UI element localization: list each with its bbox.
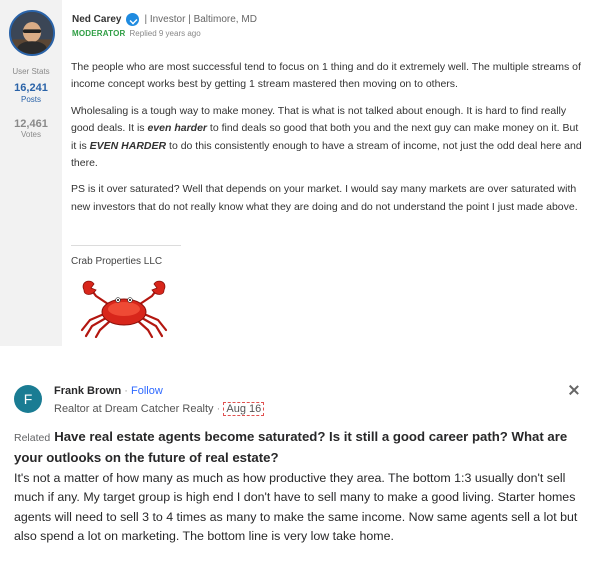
author-name[interactable]: Frank Brown — [54, 385, 121, 397]
emphasis-text: even harder — [147, 122, 207, 135]
post-paragraph: Wholesaling is a tough way to make money… — [71, 103, 586, 173]
forum-post: User Stats 16,241 Posts 12,461 Votes Ned… — [0, 0, 600, 346]
posts-count[interactable]: 16,241 — [0, 82, 62, 94]
follow-link[interactable]: Follow — [131, 385, 163, 397]
avatar[interactable]: F — [14, 385, 42, 413]
author-credential[interactable]: Realtor at Dream Catcher Realty — [54, 403, 214, 415]
signature-divider — [71, 245, 181, 246]
answer-date[interactable]: Aug 16 — [223, 402, 265, 416]
reply-timestamp: Replied 9 years ago — [129, 29, 201, 38]
role-badge: MODERATOR — [72, 29, 126, 38]
post-paragraph: The people who are most successful tend … — [71, 61, 581, 91]
avatar-photo — [11, 12, 53, 54]
votes-count: 12,461 — [14, 118, 48, 130]
user-stats-label: User Stats — [12, 67, 50, 76]
user-sidebar: User Stats 16,241 Posts 12,461 Votes — [0, 0, 62, 346]
related-question: Related Have real estate agents become sa… — [14, 427, 586, 467]
avatar[interactable] — [9, 10, 55, 56]
votes-label: Votes — [20, 130, 41, 139]
question-link[interactable]: Have real estate agents become saturated… — [14, 429, 567, 465]
author-subline: MODERATOR Replied 9 years ago — [72, 29, 201, 38]
post-body: The people who are most successful tend … — [71, 59, 586, 225]
separator-dot: · — [124, 385, 128, 397]
crab-image — [80, 280, 168, 338]
answer-card: F Frank Brown · Follow Realtor at Dream … — [0, 374, 600, 566]
related-label: Related — [14, 432, 51, 444]
separator-dot: · — [216, 403, 221, 415]
credential-row: Realtor at Dream Catcher Realty · Aug 16 — [54, 402, 265, 416]
posts-label: Posts — [20, 95, 41, 104]
emphasis-text: EVEN HARDER — [89, 139, 167, 152]
post-paragraph: PS is it over saturated? Well that depen… — [71, 183, 578, 213]
author-meta: | Investor | Baltimore, MD — [144, 14, 257, 25]
answer-text: It's not a matter of how many as much as… — [14, 471, 578, 543]
author-row: Ned Carey | Investor | Baltimore, MD — [72, 13, 257, 26]
close-icon[interactable] — [565, 382, 583, 400]
verified-check-icon — [126, 13, 140, 26]
author-row: Frank Brown · Follow — [54, 385, 163, 397]
author-name[interactable]: Ned Carey — [72, 14, 121, 25]
signature-text: Crab Properties LLC — [71, 256, 163, 267]
